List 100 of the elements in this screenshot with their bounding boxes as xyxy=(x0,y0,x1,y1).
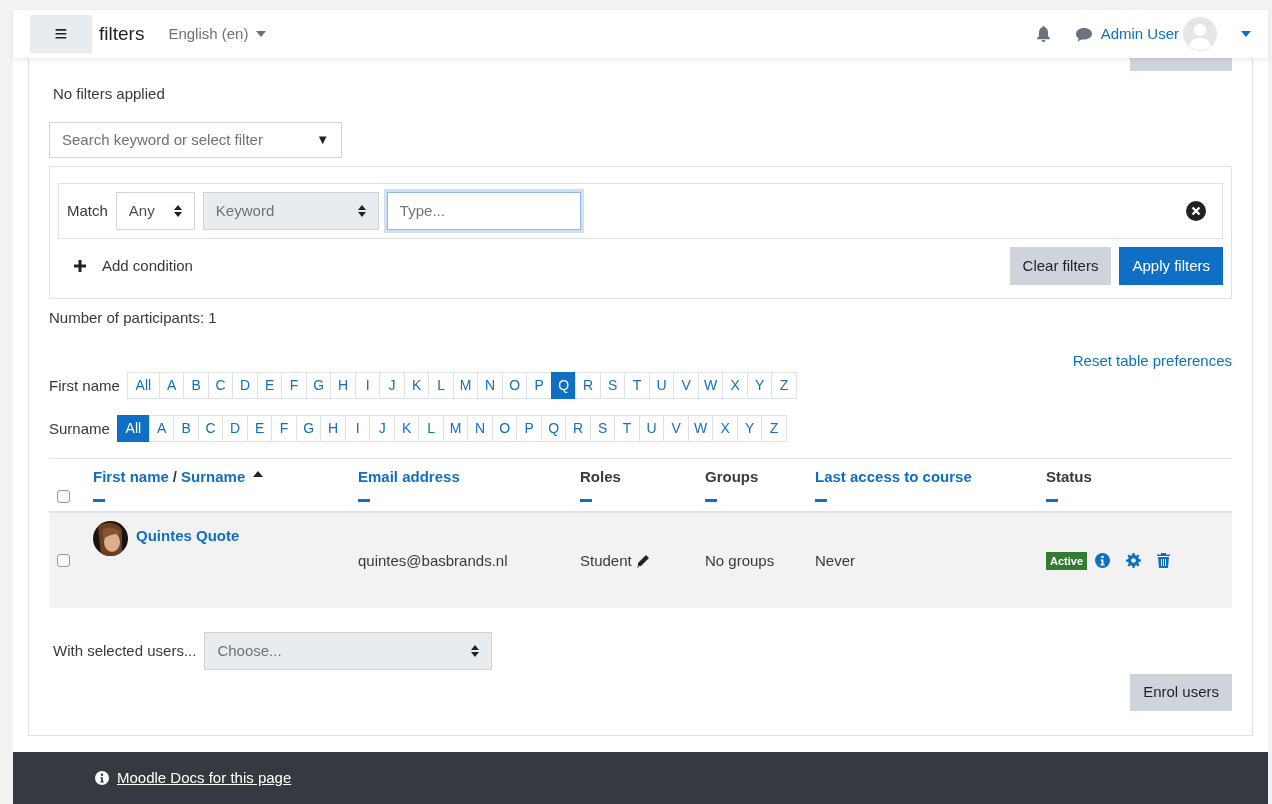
letter-filter[interactable]: M xyxy=(452,372,479,400)
sort-ascending-icon[interactable] xyxy=(253,470,264,477)
letter-filter[interactable]: R xyxy=(565,415,591,443)
menu-button[interactable]: ≡ xyxy=(30,15,92,54)
match-select[interactable]: Any xyxy=(115,191,195,230)
letter-filter[interactable]: J xyxy=(369,415,395,443)
letter-filter[interactable]: G xyxy=(305,372,332,400)
letter-filter[interactable]: Y xyxy=(736,415,763,443)
letter-filter[interactable]: E xyxy=(256,372,283,400)
column-sort-link[interactable]: Email address xyxy=(358,466,460,489)
letter-filter[interactable]: D xyxy=(232,372,258,400)
column-sort-link[interactable]: First name xyxy=(93,466,169,489)
letter-filter[interactable]: F xyxy=(281,372,307,400)
bell-icon[interactable] xyxy=(1035,26,1051,43)
letter-filter[interactable]: E xyxy=(246,415,273,443)
letter-filter[interactable]: O xyxy=(501,372,528,400)
initials-label: Surname xyxy=(49,418,110,439)
sort-arrows-icon xyxy=(173,204,182,217)
column-sort-link[interactable]: Surname xyxy=(181,466,246,489)
collapse-column-icon[interactable] xyxy=(93,498,105,502)
add-condition-button[interactable]: Add condition xyxy=(74,254,193,278)
letter-filter[interactable]: O xyxy=(491,415,518,443)
column-sort-link[interactable]: Last access to course xyxy=(815,466,972,489)
user-name[interactable]: Admin User xyxy=(1100,22,1179,46)
letter-filter[interactable]: T xyxy=(624,372,650,400)
letter-filter[interactable]: P xyxy=(526,372,552,400)
letter-filter[interactable]: H xyxy=(320,415,346,443)
user-name-link[interactable]: Quintes Quote xyxy=(136,525,240,548)
filter-status: No filters applied xyxy=(53,84,166,105)
site-title: filters xyxy=(99,21,145,46)
letter-filter[interactable]: S xyxy=(599,372,626,400)
letter-filter[interactable]: I xyxy=(344,415,371,443)
letter-filter[interactable]: N xyxy=(467,415,493,443)
column-header: Groups xyxy=(705,467,759,488)
letter-filter[interactable]: D xyxy=(222,415,248,443)
letter-filter[interactable]: K xyxy=(403,372,430,400)
letter-filter[interactable]: W xyxy=(697,372,724,400)
column-header: Roles xyxy=(580,467,621,488)
collapse-column-icon[interactable] xyxy=(358,498,370,502)
letter-filter[interactable]: Q xyxy=(540,415,567,443)
letter-filter[interactable]: B xyxy=(173,415,199,443)
caret-icon xyxy=(256,31,267,38)
letter-filter[interactable]: M xyxy=(442,415,469,443)
info-icon[interactable] xyxy=(1095,553,1111,569)
letter-filter[interactable]: R xyxy=(575,372,601,400)
letter-filter[interactable]: P xyxy=(516,415,542,443)
letter-filter[interactable]: Q xyxy=(550,372,577,400)
letter-filter[interactable]: All xyxy=(116,415,150,443)
text-input[interactable]: Type... xyxy=(386,191,581,230)
letter-filter[interactable]: V xyxy=(673,372,699,400)
email-cell-text: quintes@basbrands.nl xyxy=(358,550,508,571)
letter-filter[interactable]: V xyxy=(663,415,689,443)
sort-arrows-icon xyxy=(471,645,480,658)
remove-icon[interactable] xyxy=(1186,200,1206,221)
letter-filter[interactable]: C xyxy=(207,372,234,400)
info-icon xyxy=(95,770,109,785)
collapse-column-icon[interactable] xyxy=(1046,498,1058,502)
collapse-column-icon[interactable] xyxy=(705,498,717,502)
header-separator: / xyxy=(172,467,178,488)
bulk-action-select[interactable]: Choose... xyxy=(204,632,493,671)
letter-filter[interactable]: I xyxy=(354,372,381,400)
gear-icon[interactable] xyxy=(1126,553,1142,569)
reset-preferences-link[interactable]: Reset table preferences xyxy=(1072,349,1232,373)
clear-filters-button[interactable]: Clear filters xyxy=(1009,246,1112,286)
letter-filter[interactable]: H xyxy=(330,372,356,400)
letter-filter[interactable]: X xyxy=(722,372,748,400)
letter-filter[interactable]: All xyxy=(126,372,160,400)
letter-filter[interactable]: X xyxy=(712,415,738,443)
letter-filter[interactable]: L xyxy=(418,415,444,443)
collapse-column-icon[interactable] xyxy=(580,498,592,502)
collapse-column-icon[interactable] xyxy=(815,498,827,502)
letter-filter[interactable]: F xyxy=(271,415,297,443)
letter-filter[interactable]: Z xyxy=(761,415,787,443)
letter-filter[interactable]: J xyxy=(379,372,405,400)
letter-filter[interactable]: A xyxy=(158,372,185,400)
trash-icon[interactable] xyxy=(1157,553,1171,569)
letter-filter[interactable]: B xyxy=(183,372,209,400)
caret-icon[interactable] xyxy=(1241,31,1251,38)
letter-filter[interactable]: K xyxy=(393,415,420,443)
letter-filter[interactable]: G xyxy=(295,415,322,443)
pencil-icon[interactable] xyxy=(635,553,650,568)
letter-filter[interactable]: N xyxy=(477,372,503,400)
letter-filter[interactable]: U xyxy=(638,415,665,443)
letter-filter[interactable]: T xyxy=(614,415,640,443)
language-menu[interactable]: English (en) xyxy=(168,22,267,46)
letter-filter[interactable]: Z xyxy=(771,372,797,400)
letter-filter[interactable]: U xyxy=(648,372,675,400)
letter-filter[interactable]: L xyxy=(428,372,454,400)
enrol-users-button[interactable]: Enrol users xyxy=(1130,674,1232,711)
select-all-checkbox[interactable] xyxy=(57,490,70,504)
row-checkbox[interactable] xyxy=(57,554,70,568)
docs-link[interactable]: Moodle Docs for this page xyxy=(117,766,292,790)
letter-filter[interactable]: A xyxy=(148,415,175,443)
letter-filter[interactable]: C xyxy=(197,415,224,443)
filter-search-select[interactable]: Search keyword or select filter ▼ xyxy=(49,121,342,158)
letter-filter[interactable]: W xyxy=(687,415,714,443)
letter-filter[interactable]: Y xyxy=(746,372,773,400)
letter-filter[interactable]: S xyxy=(589,415,616,443)
chat-icon[interactable] xyxy=(1074,26,1093,42)
apply-filters-button[interactable]: Apply filters xyxy=(1119,246,1223,286)
